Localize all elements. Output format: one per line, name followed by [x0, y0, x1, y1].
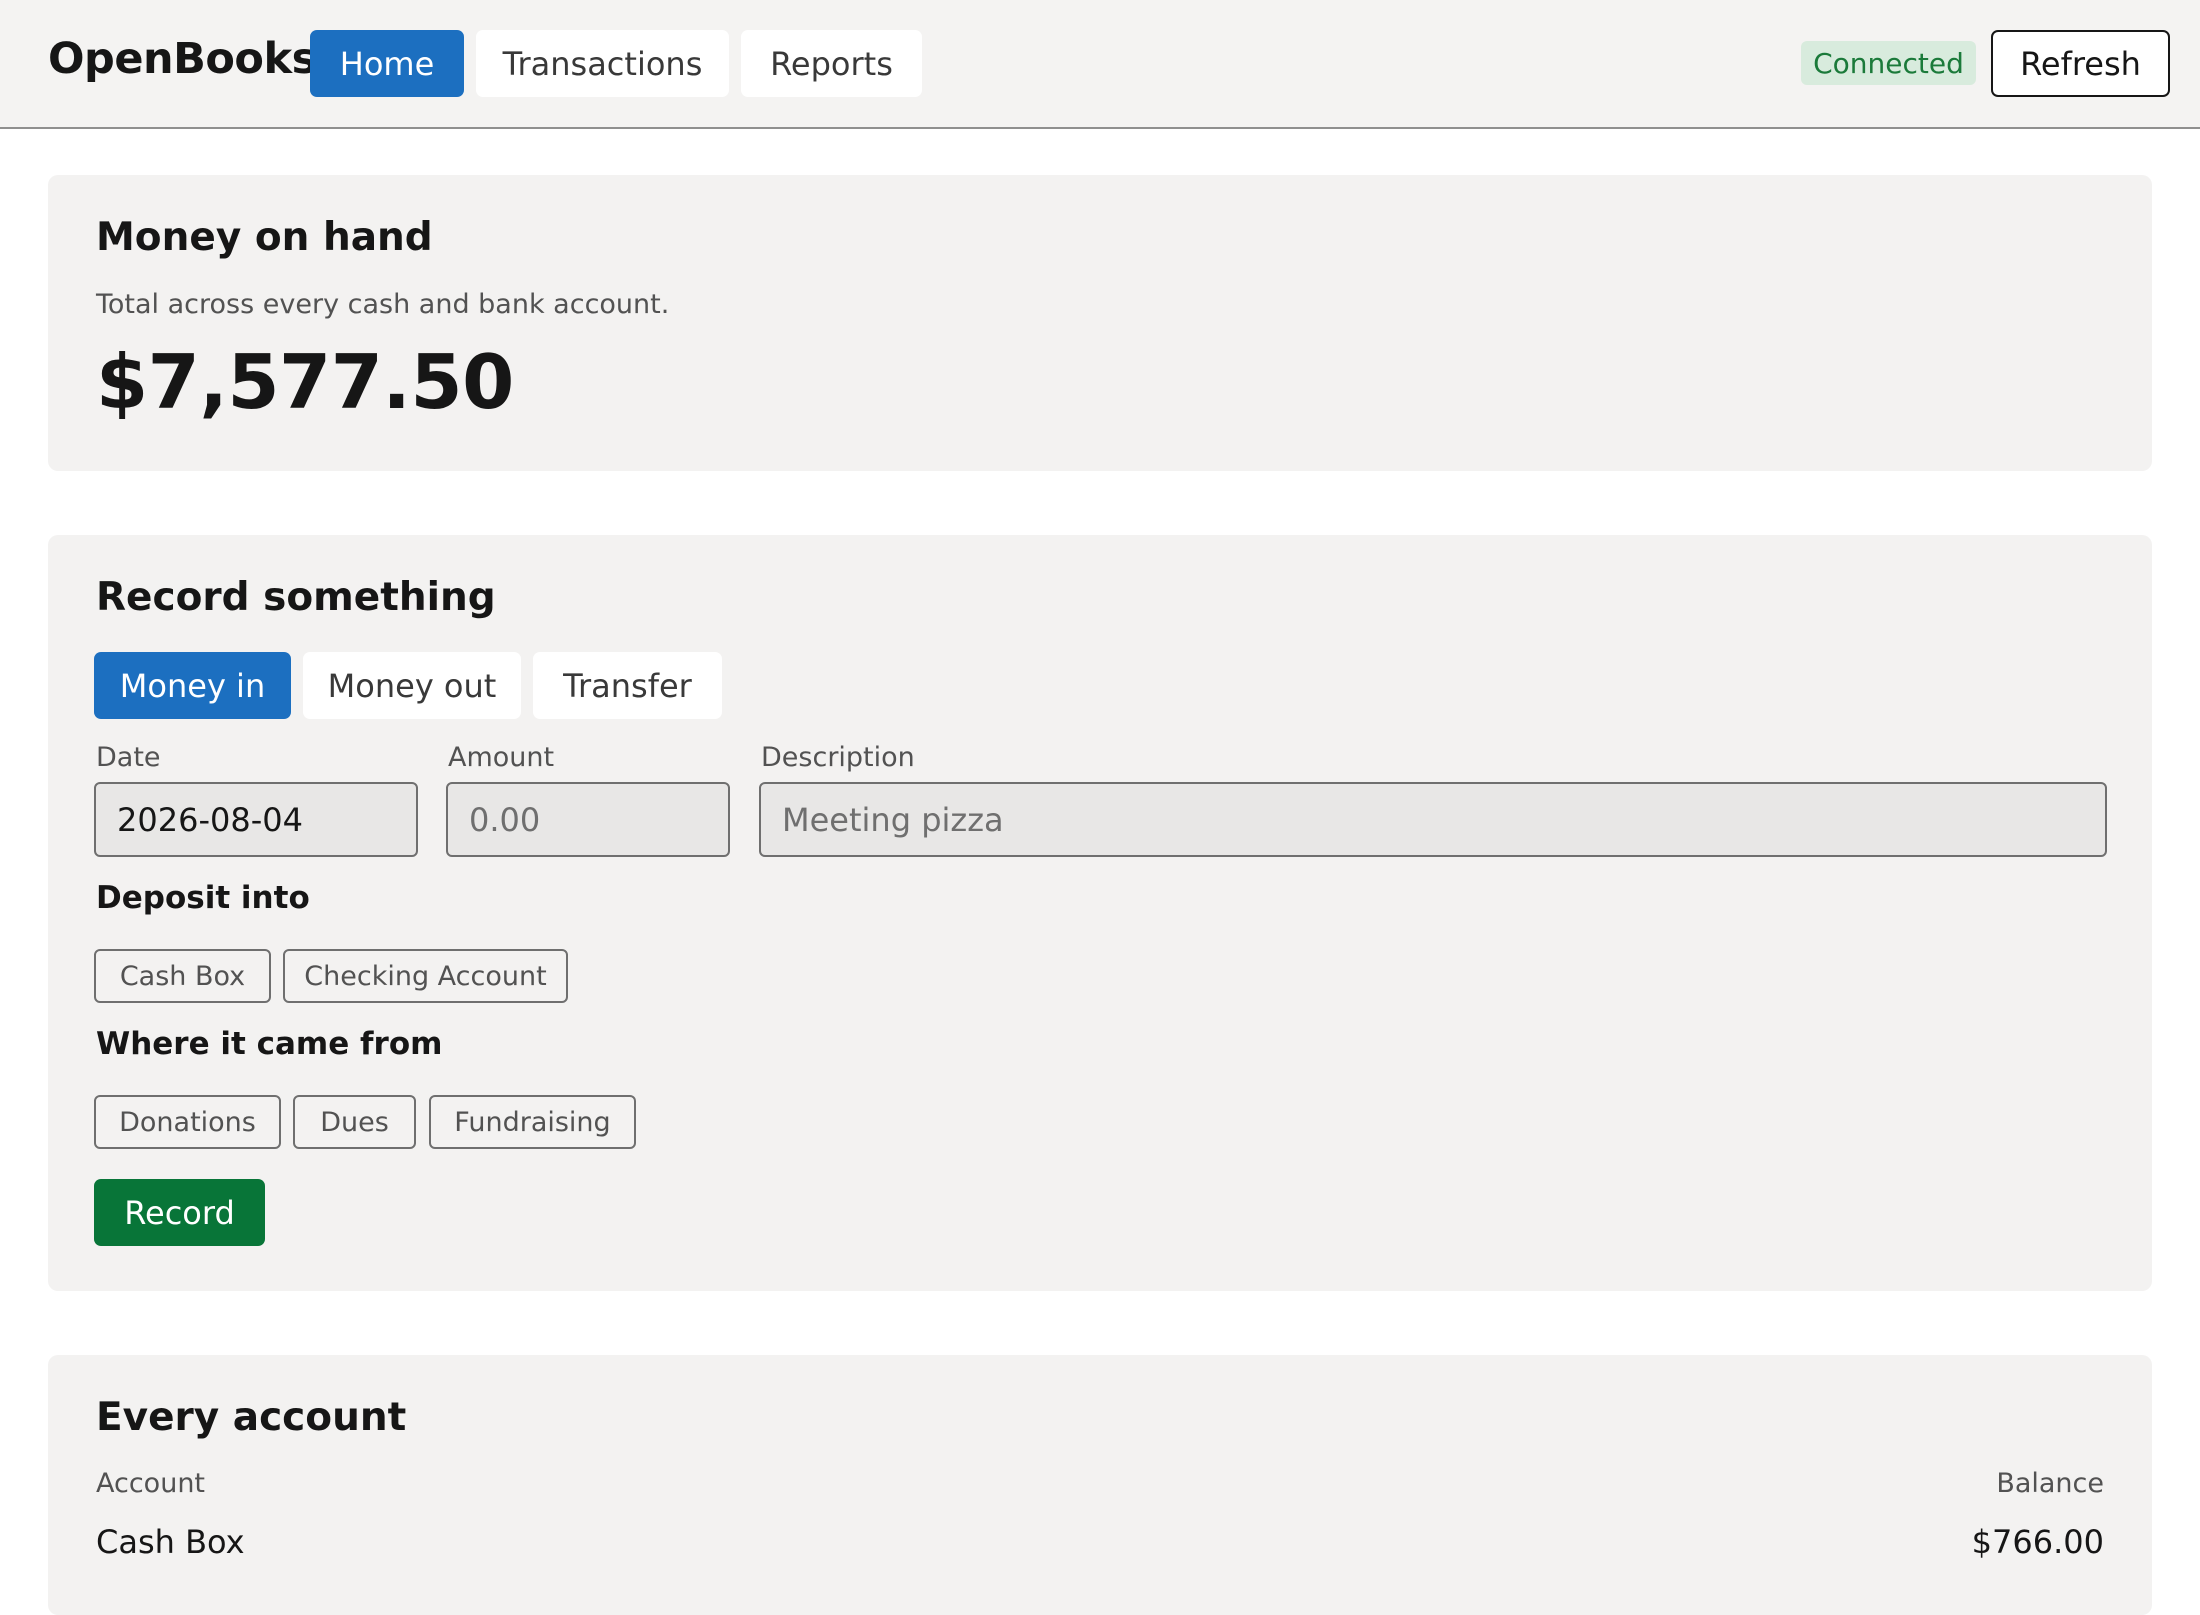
tab-money-out[interactable]: Money out [303, 652, 521, 719]
account-name: Cash Box [96, 1523, 245, 1561]
description-input[interactable] [759, 782, 2107, 857]
money-on-hand-card: Money on hand Total across every cash an… [48, 175, 2152, 471]
date-label: Date [96, 742, 161, 773]
date-input[interactable] [94, 782, 418, 857]
source-label: Where it came from [96, 1026, 443, 1062]
account-balance: $766.00 [1971, 1523, 2104, 1561]
nav-tab-home[interactable]: Home [310, 30, 464, 97]
column-header-balance: Balance [1996, 1468, 2104, 1499]
brand-logo: OpenBooks [48, 34, 317, 84]
nav-tab-reports[interactable]: Reports [741, 30, 922, 97]
total-balance: $7,577.50 [96, 338, 514, 426]
column-header-account: Account [96, 1468, 206, 1499]
deposit-into-label: Deposit into [96, 880, 310, 916]
money-on-hand-title: Money on hand [96, 215, 433, 260]
connection-status-badge: Connected [1801, 41, 1976, 85]
amount-label: Amount [448, 742, 555, 773]
tab-money-in[interactable]: Money in [94, 652, 291, 719]
accounts-title: Every account [96, 1395, 407, 1440]
amount-input[interactable] [446, 782, 730, 857]
record-title: Record something [96, 575, 496, 620]
tab-transfer[interactable]: Transfer [533, 652, 722, 719]
deposit-option-checking-account[interactable]: Checking Account [283, 949, 568, 1003]
source-option-fundraising[interactable]: Fundraising [429, 1095, 636, 1149]
money-on-hand-subtitle: Total across every cash and bank account… [96, 289, 670, 320]
record-button[interactable]: Record [94, 1179, 265, 1246]
source-option-dues[interactable]: Dues [293, 1095, 416, 1149]
refresh-button[interactable]: Refresh [1991, 30, 2170, 97]
record-card: Record something Money in Money out Tran… [48, 535, 2152, 1291]
deposit-option-cash-box[interactable]: Cash Box [94, 949, 271, 1003]
top-bar: OpenBooks Home Transactions Reports Conn… [0, 0, 2200, 129]
nav-tab-transactions[interactable]: Transactions [476, 30, 729, 97]
description-label: Description [761, 742, 915, 773]
accounts-card: Every account Account Balance Cash Box $… [48, 1355, 2152, 1615]
source-option-donations[interactable]: Donations [94, 1095, 281, 1149]
